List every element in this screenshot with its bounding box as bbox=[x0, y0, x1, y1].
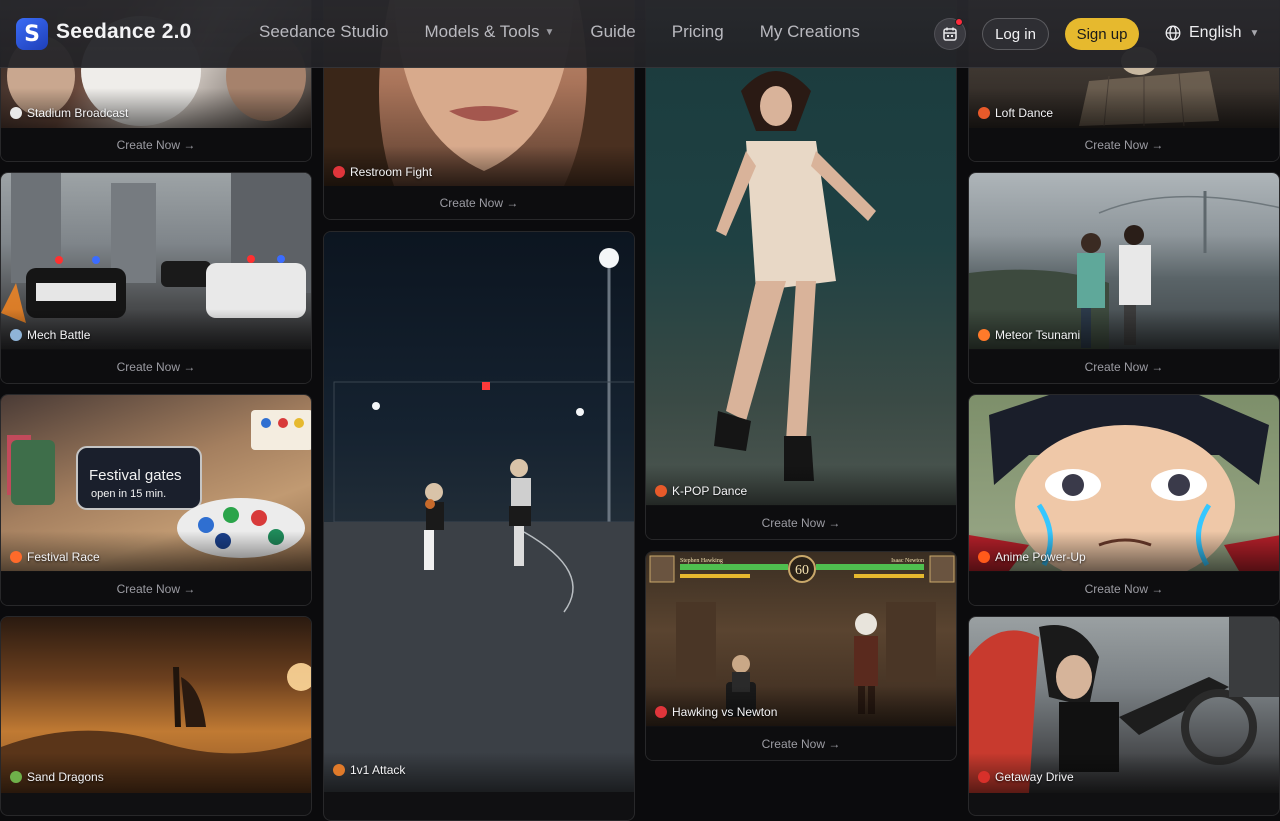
card-title: Stadium Broadcast bbox=[10, 106, 128, 120]
card-title-text: Meteor Tsunami bbox=[995, 328, 1081, 342]
chevron-down-icon: ▼ bbox=[544, 26, 555, 38]
card-title-text: Festival Race bbox=[27, 550, 100, 564]
card-kpop-dance[interactable]: K-POP Dance Create Now → bbox=[645, 0, 957, 540]
card-title: Mech Battle bbox=[10, 328, 90, 342]
nav-models-tools[interactable]: Models & Tools ▼ bbox=[425, 22, 555, 42]
basketball-icon bbox=[333, 764, 345, 776]
create-now-link[interactable]: Create Now → bbox=[646, 727, 956, 760]
nav-pricing[interactable]: Pricing bbox=[672, 22, 724, 42]
nav-label: My Creations bbox=[759, 22, 860, 41]
nav-label: Models & Tools bbox=[424, 22, 540, 41]
create-now-link[interactable]: Create Now → bbox=[969, 572, 1279, 605]
boxing-glove-icon bbox=[333, 166, 345, 178]
phone-line-2: open in 15 min. bbox=[91, 488, 166, 500]
create-now-link[interactable]: Create Now → bbox=[969, 128, 1279, 161]
game-timer: 60 bbox=[795, 563, 809, 578]
card-title: Festival Race bbox=[10, 550, 100, 564]
top-navigation-bar: S Seedance 2.0 Seedance Studio Models & … bbox=[0, 0, 1280, 68]
thumbnail-anime-power-up bbox=[969, 395, 1279, 585]
create-now-link[interactable]: Create Now → bbox=[969, 350, 1279, 383]
card-title: Hawking vs Newton bbox=[655, 705, 777, 719]
thumbnail-getaway-drive bbox=[969, 617, 1279, 793]
thumbnail-kpop-dance bbox=[646, 0, 956, 505]
thumbnail-meteor-tsunami bbox=[969, 173, 1279, 349]
scene-dancer bbox=[714, 71, 876, 481]
card-title-text: Anime Power-Up bbox=[995, 550, 1086, 564]
main-nav: Seedance Studio Models & Tools ▼ Guide Pr… bbox=[259, 22, 896, 42]
card-title-text: Mech Battle bbox=[27, 328, 91, 342]
create-now-link[interactable]: Create Now → bbox=[324, 186, 634, 219]
card-getaway-drive[interactable]: Getaway Drive bbox=[968, 616, 1280, 816]
card-title: Loft Dance bbox=[978, 106, 1053, 120]
robot-icon bbox=[10, 329, 22, 341]
brand-name[interactable]: Seedance 2.0 bbox=[56, 20, 192, 44]
nav-guide[interactable]: Guide bbox=[590, 22, 635, 42]
card-title: K-POP Dance bbox=[655, 484, 747, 498]
card-sand-dragons[interactable]: Sand Dragons bbox=[0, 616, 312, 816]
thumbnail-1v1-attack bbox=[324, 232, 634, 792]
signup-button[interactable]: Sign up bbox=[1065, 18, 1139, 50]
race-car-icon bbox=[978, 771, 990, 783]
card-title-text: Stadium Broadcast bbox=[27, 106, 129, 120]
card-title: Sand Dragons bbox=[10, 770, 104, 784]
card-title-text: Sand Dragons bbox=[27, 770, 104, 784]
thumbnail-sand-dragons bbox=[1, 617, 311, 793]
seedance-logo-icon[interactable]: S bbox=[16, 18, 48, 50]
card-hawking-vs-newton[interactable]: 60 Stephen Hawking Isaac Newton Hawking … bbox=[645, 551, 957, 761]
globe-icon bbox=[1165, 25, 1181, 41]
language-label: English bbox=[1189, 24, 1242, 41]
baseball-icon bbox=[10, 107, 22, 119]
dancer-icon bbox=[978, 107, 990, 119]
card-title: Anime Power-Up bbox=[978, 550, 1086, 564]
card-title-text: Loft Dance bbox=[995, 106, 1054, 120]
calendar-button[interactable] bbox=[934, 18, 966, 50]
card-anime-power-up[interactable]: Anime Power-Up Create Now → bbox=[968, 394, 1280, 606]
thumbnail-festival-race: Festival gates open in 15 min. bbox=[1, 395, 311, 571]
dancer-icon bbox=[655, 485, 667, 497]
card-title-text: K-POP Dance bbox=[672, 484, 748, 498]
thumbnail-hawking-vs-newton: 60 Stephen Hawking Isaac Newton bbox=[646, 552, 956, 726]
nav-seedance-studio[interactable]: Seedance Studio bbox=[259, 22, 389, 42]
game-right-name: Isaac Newton bbox=[891, 558, 924, 564]
chevron-down-icon: ▼ bbox=[1249, 27, 1260, 39]
card-mech-battle[interactable]: Mech Battle Create Now → bbox=[0, 172, 312, 384]
card-title: Getaway Drive bbox=[978, 770, 1074, 784]
card-1v1-attack[interactable]: 1v1 Attack bbox=[323, 231, 635, 821]
calendar-icon bbox=[943, 27, 957, 41]
create-now-link[interactable]: Create Now → bbox=[1, 350, 311, 383]
nav-label: Seedance Studio bbox=[259, 22, 389, 41]
create-now-link[interactable]: Create Now → bbox=[646, 506, 956, 539]
nav-label: Pricing bbox=[671, 22, 724, 41]
flower-icon bbox=[10, 551, 22, 563]
nav-label: Guide bbox=[590, 22, 636, 41]
phone-line-1: Festival gates bbox=[89, 467, 182, 484]
scene-basketball-court bbox=[324, 248, 634, 792]
fire-icon bbox=[978, 551, 990, 563]
language-selector[interactable]: English ▼ bbox=[1165, 24, 1259, 42]
logo-letter: S bbox=[24, 21, 40, 47]
create-now-link[interactable]: Create Now → bbox=[1, 128, 311, 161]
card-title: 1v1 Attack bbox=[333, 763, 405, 777]
thumbnail-mech-battle bbox=[1, 173, 311, 349]
login-button[interactable]: Log in bbox=[982, 18, 1049, 50]
game-left-name: Stephen Hawking bbox=[680, 558, 723, 564]
card-title-text: Hawking vs Newton bbox=[672, 705, 778, 719]
card-meteor-tsunami[interactable]: Meteor Tsunami Create Now → bbox=[968, 172, 1280, 384]
card-title: Meteor Tsunami bbox=[978, 328, 1080, 342]
card-title-text: 1v1 Attack bbox=[350, 763, 406, 777]
boxing-glove-icon bbox=[655, 706, 667, 718]
create-now-link[interactable]: Create Now → bbox=[1, 572, 311, 605]
card-festival-race[interactable]: Festival gates open in 15 min. Festival … bbox=[0, 394, 312, 606]
nav-my-creations[interactable]: My Creations bbox=[760, 22, 860, 42]
dragon-icon bbox=[10, 771, 22, 783]
card-title-text: Restroom Fight bbox=[350, 165, 433, 179]
card-title-text: Getaway Drive bbox=[995, 770, 1074, 784]
meteor-icon bbox=[978, 329, 990, 341]
card-title: Restroom Fight bbox=[333, 165, 432, 179]
notification-dot bbox=[955, 18, 963, 26]
